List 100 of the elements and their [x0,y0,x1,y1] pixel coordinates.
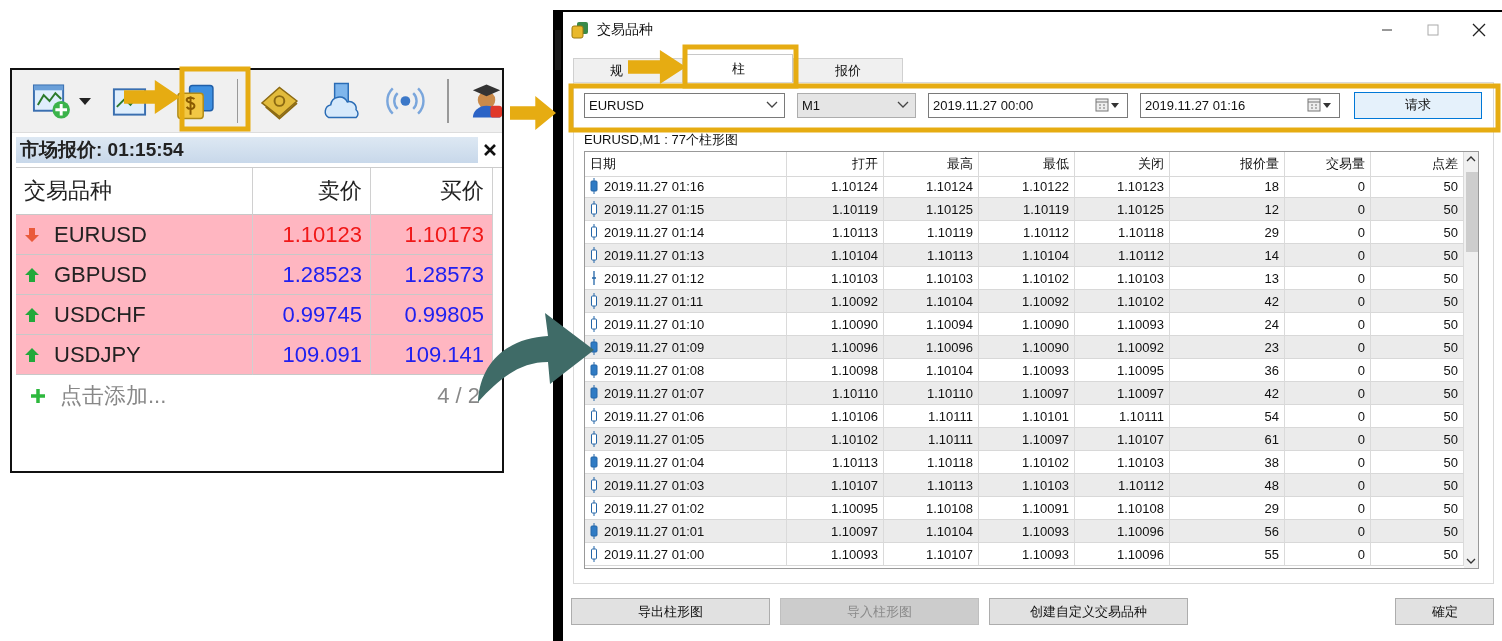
table-cell: 56 [1170,520,1285,543]
table-cell: 1.10119 [787,198,884,221]
add-symbol-link[interactable]: 点击添加... [60,381,167,411]
date-cell: 2019.11.27 01:09 [585,336,787,359]
column-header[interactable]: 关闭 [1075,152,1170,177]
hollow-candle-icon [590,224,598,240]
table-cell: 1.10096 [884,336,979,359]
table-cell: 0 [1285,290,1371,313]
date-cell: 2019.11.27 01:11 [585,290,787,313]
filled-candle-icon [590,523,598,539]
column-header[interactable]: 日期 [585,152,787,177]
end-date-field[interactable]: 2019.11.27 01:16 [1140,92,1340,118]
symbol-cell[interactable]: USDCHF [16,295,253,335]
table-cell: 50 [1371,382,1464,405]
table-cell: 1.10102 [1075,290,1170,313]
highlight-frame [179,66,251,132]
filled-candle-icon [590,178,598,194]
pointer-arrow [510,96,556,130]
scroll-thumb[interactable] [1466,172,1478,252]
close-icon[interactable] [484,144,496,156]
hollow-candle-icon [590,408,598,424]
column-header[interactable]: 最低 [979,152,1075,177]
symbol-dropdown[interactable]: EURUSD [584,92,785,118]
calendar-dropdown-icon[interactable] [1307,98,1333,112]
symbol-cell[interactable]: EURUSD [16,215,253,255]
scroll-down-icon[interactable] [1466,558,1476,564]
column-header[interactable]: 点差 [1371,152,1464,177]
caret-icon[interactable] [78,97,91,105]
create-button[interactable]: 创建自定义交易品种 [989,598,1188,625]
bid-price: 1.10123 [253,215,371,255]
hollow-candle-icon [590,201,598,217]
bid-price: 109.091 [253,335,371,375]
column-header[interactable]: 打开 [787,152,884,177]
column-header[interactable]: 买价 [371,168,493,215]
table-cell: 42 [1170,382,1285,405]
table-cell: 0 [1285,428,1371,451]
table-cell: 0 [1285,244,1371,267]
table-cell: 1.10090 [979,336,1075,359]
start-date-field[interactable]: 2019.11.27 00:00 [928,92,1128,118]
table-cell: 1.10125 [884,198,979,221]
table-cell: 1.10112 [1075,474,1170,497]
column-header[interactable]: 报价量 [1170,152,1285,177]
ask-price: 0.99805 [371,295,493,335]
table-cell: 0 [1285,336,1371,359]
symbol-name: USDJPY [54,341,141,368]
pointer-arrow [124,80,180,114]
filled-candle-icon [590,362,598,378]
scroll-up-icon[interactable] [1466,156,1476,162]
date-cell: 2019.11.27 01:13 [585,244,787,267]
filled-candle-icon [590,385,598,401]
table-cell: 1.10112 [1075,244,1170,267]
chevron-down-icon [766,101,778,109]
request-button[interactable]: 请求 [1354,91,1482,119]
table-cell: 0 [1285,520,1371,543]
symbol-count: 4 / 2 [437,383,480,409]
table-cell: 1.10102 [787,428,884,451]
tab[interactable]: 报价 [793,58,903,82]
table-cell: 1.10104 [884,520,979,543]
date-cell: 2019.11.27 01:01 [585,520,787,543]
table-cell: 1.10110 [787,382,884,405]
app-icon [571,21,589,39]
table-cell: 14 [1170,244,1285,267]
date-cell: 2019.11.27 01:00 [585,543,787,566]
column-header[interactable]: 卖价 [253,168,371,215]
table-cell: 50 [1371,198,1464,221]
table-cell: 0 [1285,382,1371,405]
window-title: 交易品种 [597,21,653,39]
export-button[interactable]: 导出柱形图 [571,598,770,625]
symbol-cell[interactable]: USDJPY [16,335,253,375]
scrollbar[interactable] [1464,152,1478,568]
table-cell: 23 [1170,336,1285,359]
table-cell: 0 [1285,198,1371,221]
chart-add-icon[interactable] [32,81,73,121]
table-cell: 1.10092 [787,290,884,313]
table-cell: 1.10119 [979,198,1075,221]
ask-price: 1.10173 [371,215,493,255]
timeframe-dropdown[interactable]: M1 [797,92,916,118]
table-cell: 12 [1170,198,1285,221]
hollow-candle-icon [590,546,598,562]
table-cell: 1.10096 [1075,520,1170,543]
plus-icon[interactable] [30,388,46,404]
column-header[interactable]: 交易量 [1285,152,1371,177]
symbol-cell[interactable]: GBPUSD [16,255,253,295]
hollow-candle-icon [590,500,598,516]
ok-button[interactable]: 確定 [1395,598,1494,625]
table-cell: 50 [1371,290,1464,313]
symbol-name: USDCHF [54,301,146,328]
table-cell: 55 [1170,543,1285,566]
column-header[interactable]: 交易品种 [16,168,253,215]
column-header[interactable]: 最高 [884,152,979,177]
bar-count-label: EURUSD,M1 : 77个柱形图 [584,133,739,149]
calendar-dropdown-icon[interactable] [1095,98,1121,112]
down-arrow-icon [24,226,40,243]
table-cell: 50 [1371,520,1464,543]
hollow-candle-icon [590,247,598,263]
table-cell: 1.10113 [884,244,979,267]
table-cell: 1.10097 [979,382,1075,405]
table-cell: 1.10097 [1075,382,1170,405]
up-arrow-icon [24,306,40,323]
table-cell: 1.10093 [979,543,1075,566]
